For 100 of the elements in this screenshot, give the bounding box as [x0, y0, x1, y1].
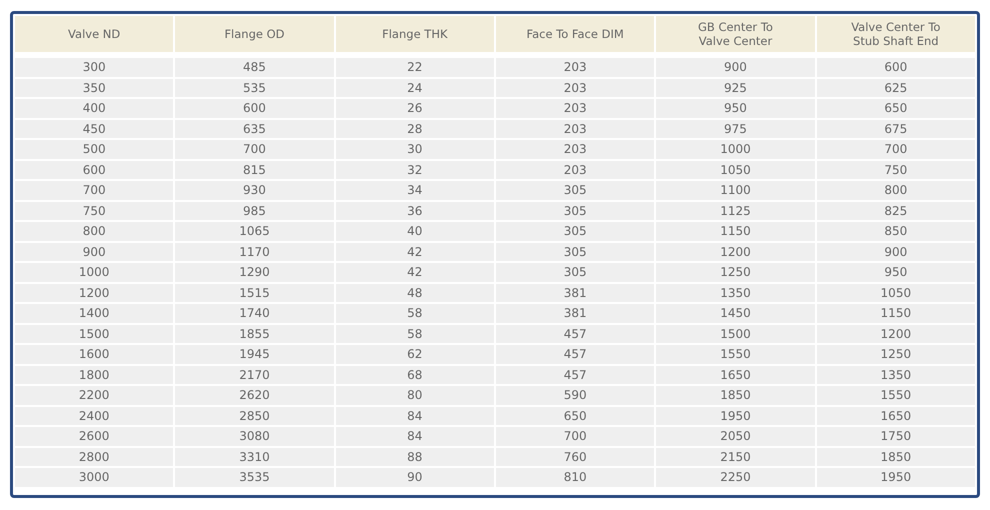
table-cell: 700: [15, 181, 174, 200]
table-cell: 1250: [656, 263, 815, 282]
table-cell: 850: [816, 222, 975, 240]
table-cell: 1650: [656, 366, 815, 384]
table-cell: 1740: [175, 304, 334, 322]
table-cell: 800: [816, 181, 975, 200]
table-cell: 2400: [15, 406, 174, 425]
column-header: GB Center To Valve Center: [656, 16, 815, 52]
table-cell: 80: [336, 386, 494, 404]
table-cell: 1290: [175, 263, 334, 282]
table-cell: 590: [496, 386, 654, 404]
table-cell: 58: [336, 324, 494, 343]
table-cell: 1850: [816, 448, 975, 466]
table-cell: 203: [496, 140, 654, 158]
table-cell: 1500: [15, 324, 174, 343]
table-cell: 36: [336, 202, 494, 220]
table-cell: 925: [656, 78, 815, 97]
table-cell: 48: [336, 284, 494, 302]
table-cell: 3310: [175, 448, 334, 466]
table-cell: 1200: [15, 284, 174, 302]
table-cell: 825: [816, 202, 975, 220]
table-cell: 457: [496, 366, 654, 384]
table-cell: 950: [656, 99, 815, 118]
table-cell: 2050: [656, 427, 815, 446]
table-cell: 2250: [656, 468, 815, 486]
table-cell: 635: [175, 120, 334, 138]
table-cell: 32: [336, 160, 494, 179]
column-header: Flange OD: [175, 16, 334, 52]
table-cell: 400: [15, 99, 174, 118]
table-cell: 3080: [175, 427, 334, 446]
table-cell: 1515: [175, 284, 334, 302]
table-cell: 900: [656, 58, 815, 76]
table-cell: 1950: [656, 406, 815, 425]
table-cell: 2150: [656, 448, 815, 466]
table-cell: 2620: [175, 386, 334, 404]
table-cell: 26: [336, 99, 494, 118]
table-cell: 300: [15, 58, 174, 76]
table-cell: 1050: [816, 284, 975, 302]
table-cell: 1750: [816, 427, 975, 446]
table-cell: 2170: [175, 366, 334, 384]
table-cell: 1350: [816, 366, 975, 384]
table-cell: 457: [496, 345, 654, 364]
table-cell: 930: [175, 181, 334, 200]
table-cell: 750: [15, 202, 174, 220]
table-cell: 203: [496, 78, 654, 97]
table-cell: 650: [496, 406, 654, 425]
table-cell: 90: [336, 468, 494, 486]
table-cell: 2200: [15, 386, 174, 404]
table-cell: 975: [656, 120, 815, 138]
table-cell: 84: [336, 427, 494, 446]
table-cell: 68: [336, 366, 494, 384]
table-cell: 1550: [816, 386, 975, 404]
table-cell: 203: [496, 160, 654, 179]
table-cell: 1050: [656, 160, 815, 179]
table-cell: 42: [336, 263, 494, 282]
table-cell: 305: [496, 222, 654, 240]
table-cell: 381: [496, 284, 654, 302]
table-cell: 305: [496, 202, 654, 220]
table-cell: 750: [816, 160, 975, 179]
table-cell: 42: [336, 242, 494, 261]
table-cell: 900: [15, 242, 174, 261]
table-cell: 203: [496, 58, 654, 76]
table-cell: 600: [15, 160, 174, 179]
table-cell: 28: [336, 120, 494, 138]
table-cell: 24: [336, 78, 494, 97]
table-cell: 1100: [656, 181, 815, 200]
table-cell: 1950: [816, 468, 975, 486]
table-cell: 305: [496, 181, 654, 200]
table-cell: 457: [496, 324, 654, 343]
table-cell: 800: [15, 222, 174, 240]
table-cell: 1400: [15, 304, 174, 322]
table-cell: 88: [336, 448, 494, 466]
column-header: Flange THK: [336, 16, 494, 52]
table-cell: 535: [175, 78, 334, 97]
table-cell: 305: [496, 242, 654, 261]
table-cell: 3535: [175, 468, 334, 486]
table-cell: 900: [816, 242, 975, 261]
table-cell: 1150: [816, 304, 975, 322]
table-cell: 1650: [816, 406, 975, 425]
table-cell: 2600: [15, 427, 174, 446]
table-cell: 760: [496, 448, 654, 466]
table-cell: 600: [175, 99, 334, 118]
table-cell: 2800: [15, 448, 174, 466]
table-cell: 1500: [656, 324, 815, 343]
table-cell: 381: [496, 304, 654, 322]
table-cell: 2850: [175, 406, 334, 425]
table-cell: 1850: [656, 386, 815, 404]
table-cell: 1200: [656, 242, 815, 261]
table-cell: 84: [336, 406, 494, 425]
column-header: Face To Face DIM: [496, 16, 654, 52]
column-header: Valve Center To Stub Shaft End: [816, 16, 975, 52]
table-cell: 1000: [656, 140, 815, 158]
table-cell: 675: [816, 120, 975, 138]
table-cell: 1065: [175, 222, 334, 240]
table-cell: 1550: [656, 345, 815, 364]
table-cell: 650: [816, 99, 975, 118]
table-cell: 30: [336, 140, 494, 158]
table-cell: 985: [175, 202, 334, 220]
table-cell: 305: [496, 263, 654, 282]
table-cell: 950: [816, 263, 975, 282]
